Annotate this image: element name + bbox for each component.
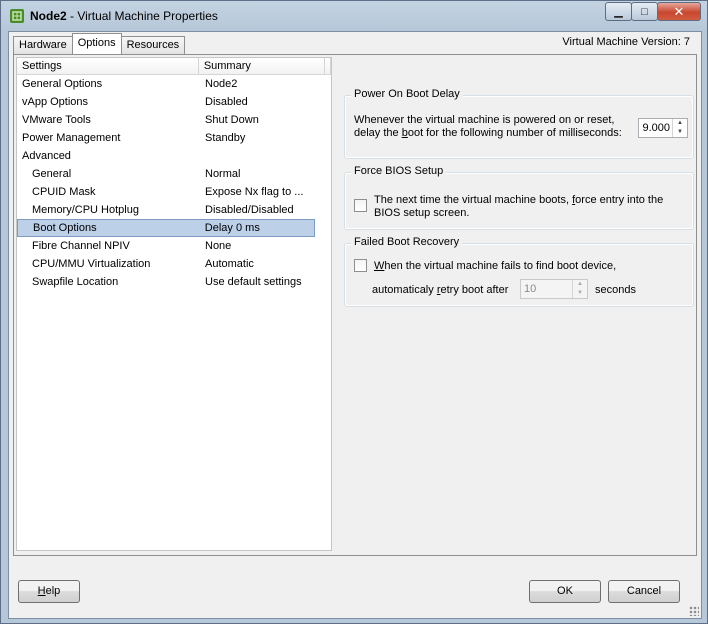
list-item-cpuid-mask[interactable]: CPUID Mask Expose Nx flag to ... (17, 183, 331, 201)
boot-delay-description-line1: Whenever the virtual machine is powered … (354, 114, 615, 126)
force-bios-label-line2: BIOS setup screen. (374, 207, 470, 219)
maximize-button[interactable]: □ (631, 2, 658, 21)
list-item-general-options[interactable]: General Options Node2 (17, 75, 331, 93)
boot-delay-value[interactable]: 9.000 (639, 119, 672, 137)
power-on-boot-delay-group: Power On Boot Delay Whenever the virtual… (344, 88, 694, 159)
tab-resources[interactable]: Resources (120, 36, 186, 54)
list-item-swapfile-location[interactable]: Swapfile Location Use default settings (17, 273, 331, 291)
list-item-power-management[interactable]: Power Management Standby (17, 129, 331, 147)
force-bios-setup-title: Force BIOS Setup (351, 165, 447, 177)
retry-boot-seconds-value[interactable]: 10 (521, 280, 572, 298)
retry-boot-label: When the virtual machine fails to find b… (374, 260, 617, 272)
column-header-settings[interactable]: Settings (17, 58, 199, 74)
force-bios-setup-group: Force BIOS Setup The next time the virtu… (344, 165, 694, 230)
failed-boot-recovery-group: Failed Boot Recovery When the virtual ma… (344, 236, 694, 307)
options-tab-panel: Settings Summary General Options Node2 vA… (13, 54, 697, 556)
list-item-memory-cpu-hotplug[interactable]: Memory/CPU Hotplug Disabled/Disabled (17, 201, 331, 219)
ok-button[interactable]: OK (529, 580, 601, 603)
tab-strip: Hardware Options Resources (13, 33, 186, 54)
minimize-button[interactable]: ▁ (605, 2, 632, 21)
force-bios-label-line1: The next time the virtual machine boots,… (374, 194, 664, 206)
close-button[interactable]: ✕ (657, 2, 701, 21)
list-item-vapp-options[interactable]: vApp Options Disabled (17, 93, 331, 111)
settings-list-header: Settings Summary (17, 58, 331, 75)
properties-window: Node2 - Virtual Machine Properties ▁ □ ✕… (0, 0, 708, 624)
list-item-cpu-mmu-virtualization[interactable]: CPU/MMU Virtualization Automatic (17, 255, 331, 273)
list-item-advanced[interactable]: Advanced (17, 147, 331, 165)
maximize-icon: □ (641, 5, 648, 18)
dialog-client-area: Hardware Options Resources Virtual Machi… (8, 31, 702, 619)
minimize-icon: ▁ (614, 6, 623, 18)
list-item-vmware-tools[interactable]: VMware Tools Shut Down (17, 111, 331, 129)
spin-up-icon[interactable]: ▲ (673, 119, 687, 128)
list-item-fibre-channel-npiv[interactable]: Fibre Channel NPIV None (17, 237, 331, 255)
column-header-summary[interactable]: Summary (199, 58, 325, 74)
failed-boot-recovery-title: Failed Boot Recovery (351, 236, 463, 248)
retry-boot-seconds-stepper[interactable]: 10 ▲ ▼ (520, 279, 588, 299)
boot-delay-stepper[interactable]: 9.000 ▲ ▼ (638, 118, 688, 138)
help-button[interactable]: Help (18, 580, 80, 603)
spin-down-icon[interactable]: ▼ (573, 289, 587, 298)
vsphere-app-icon (10, 9, 24, 23)
settings-list[interactable]: Settings Summary General Options Node2 vA… (16, 57, 332, 551)
window-title: Node2 - Virtual Machine Properties (30, 9, 218, 23)
vm-version-label: Virtual Machine Version: 7 (562, 36, 690, 48)
close-icon: ✕ (673, 3, 685, 19)
spin-down-icon[interactable]: ▼ (673, 128, 687, 137)
power-on-boot-delay-title: Power On Boot Delay (351, 88, 463, 100)
retry-boot-checkbox[interactable] (354, 259, 367, 272)
boot-delay-description-line2: delay the boot for the following number … (354, 127, 622, 139)
resize-grip-icon[interactable] (689, 606, 699, 616)
spin-up-icon[interactable]: ▲ (573, 280, 587, 289)
list-item-general[interactable]: General Normal (17, 165, 331, 183)
cancel-button[interactable]: Cancel (608, 580, 680, 603)
list-item-boot-options[interactable]: Boot Options Delay 0 ms (17, 219, 315, 237)
retry-boot-after-label: automaticaly retry boot after (372, 284, 509, 296)
force-bios-checkbox[interactable] (354, 199, 367, 212)
tab-hardware[interactable]: Hardware (13, 36, 73, 54)
title-bar[interactable]: Node2 - Virtual Machine Properties ▁ □ ✕ (1, 1, 707, 31)
tab-options[interactable]: Options (71, 33, 122, 54)
seconds-unit-label: seconds (595, 284, 636, 296)
